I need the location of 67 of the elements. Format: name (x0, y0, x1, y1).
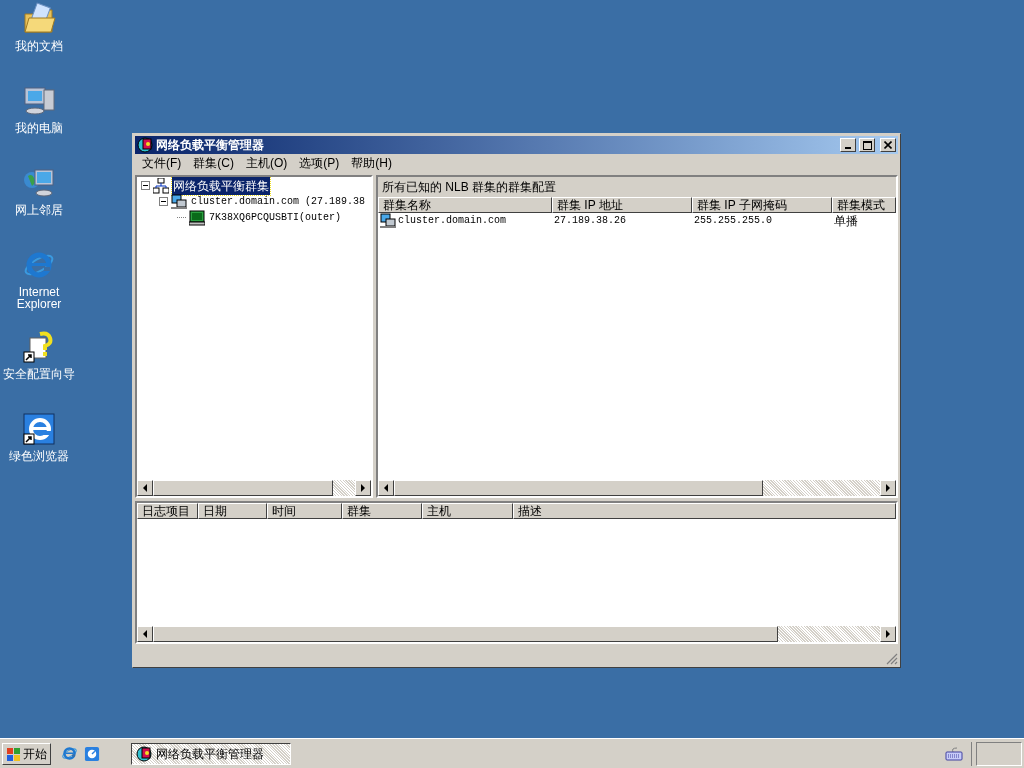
minimize-icon (845, 147, 851, 149)
table-cell-text: 255.255.255.0 (694, 214, 772, 229)
menu-item[interactable]: 选项(P) (294, 154, 345, 173)
cluster-computers-icon (171, 193, 187, 210)
column-header[interactable]: 群集 (342, 502, 422, 519)
folder-icon[interactable] (22, 2, 56, 36)
scroll-left-button[interactable] (137, 626, 153, 643)
desktop-icon-label[interactable]: 我的电脑 (0, 122, 78, 134)
system-tray (976, 741, 1022, 766)
resize-grip-icon[interactable] (886, 653, 898, 665)
column-header[interactable]: 群集名称 (378, 196, 552, 213)
desktop-icon-label[interactable]: 安全配置向导 (0, 368, 78, 380)
scroll-right-button[interactable] (880, 626, 896, 643)
tree-item[interactable]: cluster.domain.com (27.189.38 (190, 194, 367, 210)
column-header[interactable]: 群集模式 (832, 196, 896, 213)
browser-e-icon[interactable] (61, 745, 78, 762)
table-cell-text: 单播 (834, 212, 858, 230)
app-icon (137, 137, 153, 153)
maximize-button[interactable] (859, 138, 875, 152)
desktop-icon-label[interactable]: 网上邻居 (0, 204, 78, 216)
desktop-icon-label[interactable]: 我的文档 (0, 40, 78, 52)
scrollbar-thumb[interactable] (153, 626, 779, 643)
desktop-icon-label[interactable]: 绿色浏览器 (0, 450, 78, 462)
table-cell-text: cluster.domain.com (398, 214, 507, 229)
computer-icon (189, 209, 205, 226)
menu-item[interactable]: 帮助(H) (346, 154, 397, 173)
window-title: 网络负载平衡管理器 (156, 137, 265, 154)
windows-logo-icon (6, 745, 21, 762)
column-header[interactable]: 描述 (513, 502, 896, 519)
arrow-right-icon (884, 483, 892, 492)
cluster-group-icon (153, 177, 169, 194)
tree-item[interactable]: 网络负载平衡群集 (172, 176, 270, 195)
arrow-left-icon (382, 483, 390, 492)
cluster-computers-icon (380, 212, 396, 229)
arrow-left-icon (141, 483, 149, 492)
column-header[interactable]: 主机 (422, 502, 513, 519)
arrow-right-icon (884, 630, 892, 639)
browser-shortcut-icon[interactable] (22, 412, 56, 446)
desktop-app-icon[interactable] (84, 745, 100, 762)
column-header[interactable]: 群集 IP 地址 (552, 196, 692, 213)
desktop-icon-label[interactable]: Internet Explorer (0, 286, 78, 310)
start-button[interactable]: 开始 (2, 742, 51, 765)
close-icon (884, 141, 892, 149)
collapse-icon[interactable] (159, 197, 168, 207)
column-header[interactable]: 时间 (267, 502, 342, 519)
pane-heading: 所有已知的 NLB 群集的群集配置 (381, 178, 557, 196)
maximize-icon (862, 140, 872, 150)
column-header[interactable]: 日志项目 (137, 502, 198, 519)
network-computer-icon[interactable] (22, 166, 56, 200)
arrow-right-icon (359, 483, 367, 492)
collapse-icon[interactable] (141, 181, 150, 191)
scroll-right-button[interactable] (355, 479, 371, 496)
table-cell-text: 27.189.38.26 (554, 214, 626, 229)
arrow-left-icon (141, 630, 149, 639)
scroll-left-button[interactable] (137, 479, 153, 496)
menu-item[interactable]: 文件(F) (137, 154, 187, 173)
computer-icon[interactable] (22, 84, 56, 118)
column-header[interactable]: 日期 (198, 502, 267, 519)
taskbar-button[interactable]: 网络负载平衡管理器 (131, 742, 291, 765)
app-icon (136, 745, 152, 762)
menu-item[interactable]: 群集(C) (188, 154, 239, 173)
scrollbar-thumb[interactable] (153, 479, 333, 496)
minimize-button[interactable] (840, 138, 856, 152)
menu-item[interactable]: 主机(O) (241, 154, 293, 173)
tree-item[interactable]: 7K38XQ6PCQUSBTI(outer) (208, 210, 343, 226)
column-header[interactable]: 群集 IP 子网掩码 (692, 196, 832, 213)
close-button[interactable] (880, 138, 896, 152)
